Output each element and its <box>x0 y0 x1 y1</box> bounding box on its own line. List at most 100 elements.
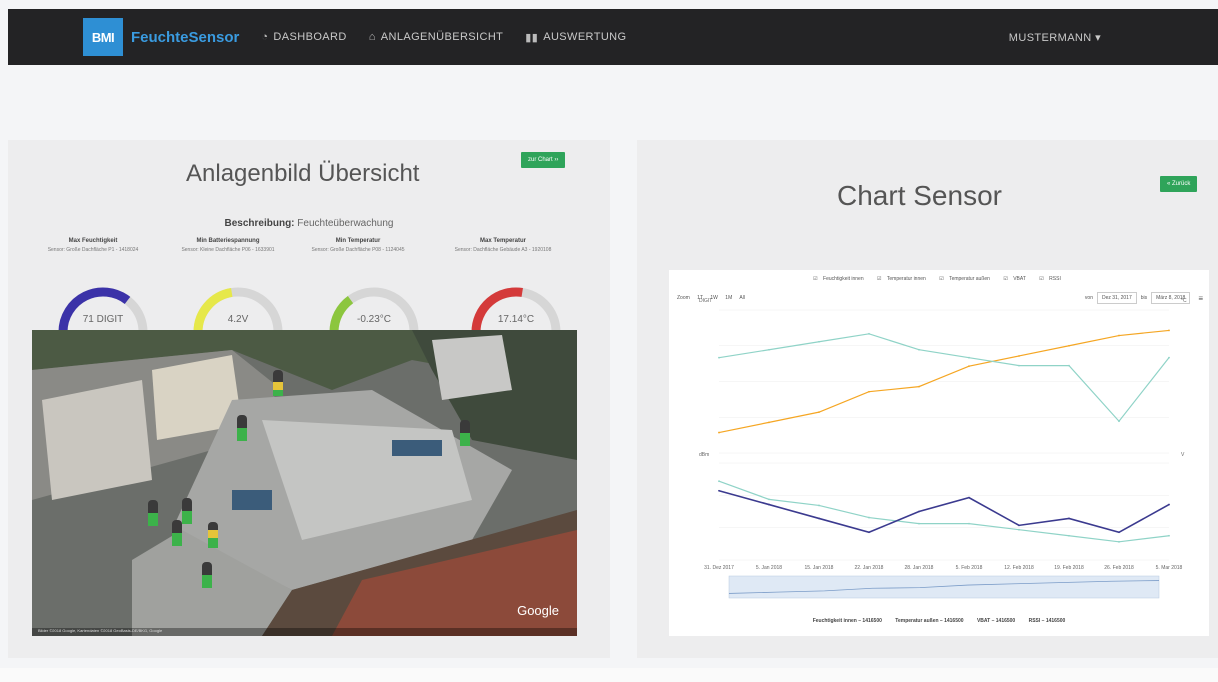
data-point <box>918 522 920 525</box>
x-tick-label: 5. Jan 2018 <box>756 565 782 571</box>
gauge-title: Max Feuchtigkeit <box>68 238 118 244</box>
data-point <box>868 390 870 393</box>
data-point <box>1118 540 1120 543</box>
gauge-header-min-batterie: Min Batteriespannung Sensor: Kleine Dach… <box>163 238 293 254</box>
data-point <box>1018 364 1020 367</box>
top-navbar: BMI FeuchteSensor ◔ DASHBOARD ⌂ ANLAGENÜ… <box>8 9 1218 65</box>
chart-legend-bottom: Feuchtigkeit innen – 1416500 Temperatur … <box>669 618 1209 624</box>
photo-attribution: Bilder ©2018 Google, Kartendaten ©2018 G… <box>32 628 577 636</box>
panel-title: Anlagenbild Übersicht <box>186 160 420 187</box>
series-line <box>718 333 1170 423</box>
data-point <box>768 498 770 501</box>
data-point <box>818 411 820 414</box>
panel-title: Chart Sensor <box>837 180 1002 211</box>
data-point <box>1068 344 1070 347</box>
gauge-fill <box>193 288 233 333</box>
data-point <box>768 503 770 506</box>
data-point <box>768 421 770 424</box>
gauge-value: -0.23°C <box>356 314 391 325</box>
gauge-min-temperatur: -0.23°C <box>324 284 424 334</box>
legend-item[interactable]: Temperatur außen – 1416500 <box>895 618 963 624</box>
series-line <box>718 480 1170 543</box>
axis-unit-left-bottom: dBm <box>699 452 709 458</box>
data-point <box>968 356 970 359</box>
data-point <box>918 385 920 388</box>
nav-item-label: AUSWERTUNG <box>543 31 627 43</box>
gauge-subtitle: Sensor: Große Dachfläche P08 - 1124045 <box>311 247 405 253</box>
brand[interactable]: BMI FeuchteSensor <box>83 18 239 56</box>
gauge-max-temperatur: 17.14°C <box>466 284 566 334</box>
home-icon: ⌂ <box>368 31 376 43</box>
bar-chart-icon: ▮▮ <box>525 31 539 44</box>
x-tick-label: 26. Feb 2018 <box>1104 565 1134 571</box>
gauge-header-max-feuchtigkeit: Max Feuchtigkeit Sensor: Große Dachfläch… <box>28 238 158 254</box>
nav-item-anlagenuebersicht[interactable]: ⌂ ANLAGENÜBERSICHT <box>369 31 504 43</box>
data-point <box>968 496 970 499</box>
data-point <box>818 517 820 520</box>
footer-strip <box>0 668 1218 682</box>
data-point <box>1018 524 1020 527</box>
user-menu[interactable]: MUSTERMANN ▾ <box>1009 31 1101 44</box>
gauge-subtitle: Sensor: Kleine Dachfläche P06 - 1633901 <box>181 247 275 253</box>
gauge-value: 17.14°C <box>497 314 535 325</box>
gauge-header-max-temperatur: Max Temperatur Sensor: Dachfläche Gebäud… <box>438 238 568 254</box>
x-tick-label: 19. Feb 2018 <box>1054 565 1084 571</box>
data-point <box>1068 364 1070 367</box>
axis-unit-left-top: DIGIT <box>699 298 712 304</box>
gauge-header-min-temperatur: Min Temperatur Sensor: Große Dachfläche … <box>293 238 423 254</box>
data-point <box>868 516 870 519</box>
data-point <box>718 489 720 492</box>
data-point <box>1168 329 1170 332</box>
sensor-chart: ☑ Feuchtigkeit innen ☑ Temperatur innen … <box>669 270 1209 636</box>
beschreibung-label: Beschreibung: <box>224 218 295 229</box>
nav-item-dashboard[interactable]: ◔ DASHBOARD <box>261 31 346 43</box>
nav-item-label: DASHBOARD <box>273 31 347 43</box>
data-point <box>718 356 720 359</box>
legend-item[interactable]: Feuchtigkeit innen – 1416500 <box>813 618 882 624</box>
data-point <box>718 431 720 434</box>
brand-logo: BMI <box>83 18 123 56</box>
data-point <box>1168 503 1170 506</box>
aerial-photo[interactable]: Google Bilder ©2018 Google, Kartendaten … <box>32 330 577 636</box>
gauge-arc <box>58 287 148 333</box>
data-point <box>868 332 870 335</box>
axis-unit-right-top: °C <box>1181 298 1187 304</box>
x-tick-label: 28. Jan 2018 <box>905 565 934 571</box>
x-tick-label: 31. Dez 2017 <box>704 565 734 571</box>
aerial-photo-image <box>32 330 577 636</box>
x-tick-label: 12. Feb 2018 <box>1004 565 1034 571</box>
legend-item[interactable]: VBAT – 1416500 <box>977 618 1015 624</box>
data-point <box>968 522 970 525</box>
x-tick-label: 5. Feb 2018 <box>956 565 983 571</box>
gauge-min-batterie: 4.2V <box>188 284 288 334</box>
gauge-title: Min Batteriespannung <box>196 238 260 244</box>
data-point <box>818 504 820 507</box>
chart-panel: Chart Sensor « Zurück ☑ Feuchtigkeit inn… <box>637 140 1218 658</box>
data-point <box>1168 534 1170 537</box>
data-point <box>1118 420 1120 423</box>
legend-item[interactable]: RSSI – 1416500 <box>1029 618 1066 624</box>
data-point <box>1118 531 1120 534</box>
data-point <box>968 365 970 368</box>
data-point <box>918 348 920 351</box>
beschreibung-value: Feuchteüberwachung <box>294 218 394 229</box>
gauge-subtitle: Sensor: Große Dachfläche P1 - 1418024 <box>47 247 139 253</box>
beschreibung: Beschreibung: Feuchteüberwachung <box>8 218 610 229</box>
chart-canvas: DIGIT dBm °C V 31. Dez 2017 5. Jan 2018 15. Ja… <box>699 298 1187 599</box>
google-watermark: Google <box>517 603 559 618</box>
brand-name: FeuchteSensor <box>131 28 240 46</box>
zur-chart-button[interactable]: zur Chart ›› <box>521 152 566 168</box>
gauge-value: 71 DIGIT <box>82 314 124 325</box>
navigator <box>728 575 1160 599</box>
data-point <box>1068 534 1070 537</box>
data-point <box>718 480 720 483</box>
gauge-fill <box>58 287 131 333</box>
nav-item-auswertung[interactable]: ▮▮ AUSWERTUNG <box>525 31 626 44</box>
tachometer-icon: ◔ <box>261 31 269 43</box>
zurueck-button[interactable]: « Zurück <box>1160 176 1198 192</box>
gauge-value: 4.2V <box>227 314 249 325</box>
data-point <box>1118 334 1120 337</box>
data-point <box>1168 356 1170 359</box>
x-tick-label: 5. Mar 2018 <box>1156 565 1183 571</box>
data-point <box>1068 517 1070 520</box>
